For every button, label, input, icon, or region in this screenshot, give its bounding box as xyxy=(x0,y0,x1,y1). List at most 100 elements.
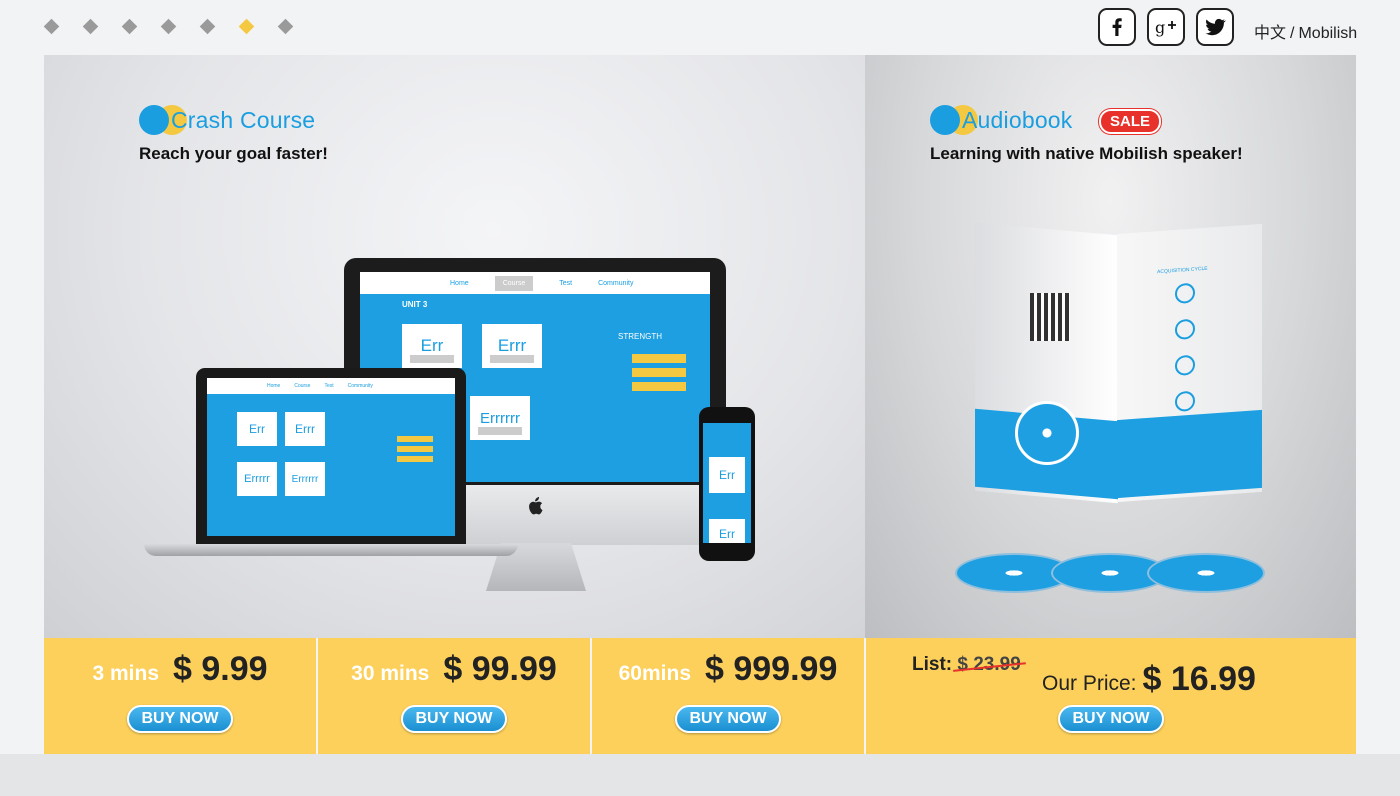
google-plus-icon[interactable]: g xyxy=(1147,8,1185,46)
lesson-word: Err xyxy=(420,336,444,355)
crash-course-panel: Crash Course Reach your goal faster! Hom… xyxy=(44,55,865,638)
slide-dot-4[interactable] xyxy=(160,18,177,35)
logo-blue-circle xyxy=(139,105,169,135)
price-box-3min: 3 mins $ 9.99 BUY NOW xyxy=(44,638,316,754)
footer-band xyxy=(0,754,1400,796)
macbook-mockup: Home Course Test Community Err Errr Errr… xyxy=(196,368,466,544)
list-price-label: List: xyxy=(912,654,953,675)
lesson-word: Errrrrr xyxy=(291,473,319,485)
macbook-screen-nav: Home Course Test Community xyxy=(207,378,455,394)
master-step-icon xyxy=(1175,390,1195,413)
lesson-word: Errrrrr xyxy=(480,409,520,427)
start-bar xyxy=(490,355,534,363)
slide-dot-1[interactable] xyxy=(43,18,60,35)
our-price: Our Price: $ 16.99 xyxy=(1042,660,1256,699)
start-bar xyxy=(410,355,454,363)
audiobook-panel: Audiobook SALE Learning with native Mobi… xyxy=(865,55,1356,638)
price-box-audiobook: List: $ 23.99 Our Price: $ 16.99 BUY NOW xyxy=(866,638,1356,754)
svg-text:g: g xyxy=(1155,18,1165,37)
lang-chinese-link[interactable]: 中文 xyxy=(1254,25,1286,42)
audio-disc-in-folder xyxy=(1015,401,1079,465)
phone-mockup: Err Err xyxy=(699,407,755,561)
imac-lesson-card-4: Errrrrr xyxy=(470,396,530,440)
screen-nav-course: Course xyxy=(294,383,311,389)
screen-nav-course: Course xyxy=(494,275,534,291)
buy-now-button-60min[interactable]: BUY NOW xyxy=(675,705,781,733)
duration-label: 30 mins xyxy=(351,662,430,685)
screen-nav-community: Community xyxy=(598,279,634,287)
listen-step-icon xyxy=(1175,282,1195,305)
start-bar xyxy=(478,427,522,435)
cycle-title: ACQUISITION CYCLE xyxy=(1157,265,1208,276)
crash-course-logo: Crash Course xyxy=(139,105,315,135)
crash-course-tagline: Reach your goal faster! xyxy=(139,144,328,163)
read-step-icon xyxy=(1175,318,1195,341)
lesson-word: Errrrr xyxy=(244,473,270,485)
duration-label: 3 mins xyxy=(92,662,159,685)
strength-bar-1 xyxy=(632,354,686,363)
macbook-base xyxy=(144,544,518,556)
price-row: 30 mins $ 99.99 xyxy=(318,650,590,689)
screen-nav-community: Community xyxy=(347,383,373,389)
crash-course-title: Crash Course xyxy=(171,106,316,133)
slide-dot-5[interactable] xyxy=(199,18,216,35)
macbook-screen: Home Course Test Community Err Errr Errr… xyxy=(207,378,455,536)
our-price-label: Our Price: xyxy=(1042,672,1137,695)
price-box-60min: 60mins $ 999.99 BUY NOW xyxy=(592,638,864,754)
price-box-30min: 30 mins $ 99.99 BUY NOW xyxy=(318,638,590,754)
lesson-word: Errr xyxy=(497,336,527,355)
facebook-icon[interactable] xyxy=(1098,8,1136,46)
macbook-lesson-card-2: Errr xyxy=(285,412,325,446)
qr-code xyxy=(1030,293,1070,341)
strength-bar-1 xyxy=(397,436,433,442)
top-bar: g 中文 / Mobilish xyxy=(0,0,1400,55)
screen-nav-test: Test xyxy=(559,279,573,287)
phone-lesson-card-2: Err xyxy=(709,519,745,543)
price-row: 3 mins $ 9.99 xyxy=(44,650,316,689)
logo-blue-circle xyxy=(930,105,960,135)
imac-screen-nav: Home Course Test Community xyxy=(360,272,710,294)
strength-bar-2 xyxy=(632,368,686,377)
strength-bar-2 xyxy=(397,446,433,452)
social-links: g xyxy=(1098,8,1234,46)
phone-screen: Err Err xyxy=(703,423,751,543)
lesson-word: Errr xyxy=(295,422,315,436)
macbook-lesson-card-3: Errrrr xyxy=(237,462,277,496)
price-amount: $ 999.99 xyxy=(705,650,838,688)
audio-disc-3 xyxy=(1147,553,1265,593)
audiobook-logo: Audiobook xyxy=(930,105,1073,135)
screen-nav-home: Home xyxy=(450,279,469,287)
list-price: List: $ 23.99 xyxy=(912,654,1021,676)
imac-strength-title: STRENGTH xyxy=(618,332,662,341)
buy-now-button-30min[interactable]: BUY NOW xyxy=(401,705,507,733)
twitter-icon[interactable] xyxy=(1196,8,1234,46)
macbook-lesson-card-1: Err xyxy=(237,412,277,446)
buy-now-button-3min[interactable]: BUY NOW xyxy=(127,705,233,733)
duration-label: 60mins xyxy=(618,662,691,685)
phone-lesson-card: Err xyxy=(709,457,745,493)
slide-dot-6-active[interactable] xyxy=(238,18,255,35)
lesson-word: Err xyxy=(719,527,735,541)
language-switcher: 中文 / Mobilish xyxy=(1254,19,1357,43)
sale-badge: SALE xyxy=(1099,109,1162,134)
screen-nav-test: Test xyxy=(324,383,334,389)
slide-dot-3[interactable] xyxy=(121,18,138,35)
slide-indicator xyxy=(43,18,294,35)
list-price-amount: $ 23.99 xyxy=(957,654,1021,675)
strength-bar-3 xyxy=(632,382,686,391)
lang-separator: / xyxy=(1290,25,1295,42)
buy-now-button-audiobook[interactable]: BUY NOW xyxy=(1058,705,1164,733)
macbook-lesson-card-4: Errrrrr xyxy=(285,462,325,496)
imac-lesson-card-1: Err xyxy=(402,324,462,368)
price-amount: $ 9.99 xyxy=(173,650,268,688)
slide-dot-7[interactable] xyxy=(277,18,294,35)
screen-nav-home: Home xyxy=(267,383,281,389)
lang-english-link[interactable]: Mobilish xyxy=(1298,25,1357,42)
audiobook-tagline: Learning with native Mobilish speaker! xyxy=(930,144,1243,163)
folder-right-pocket xyxy=(1117,409,1262,499)
strength-bar-3 xyxy=(397,456,433,462)
imac-lesson-card-2: Errr xyxy=(482,324,542,368)
slide-dot-2[interactable] xyxy=(82,18,99,35)
test-step-icon xyxy=(1175,354,1195,377)
apple-icon xyxy=(529,497,543,515)
